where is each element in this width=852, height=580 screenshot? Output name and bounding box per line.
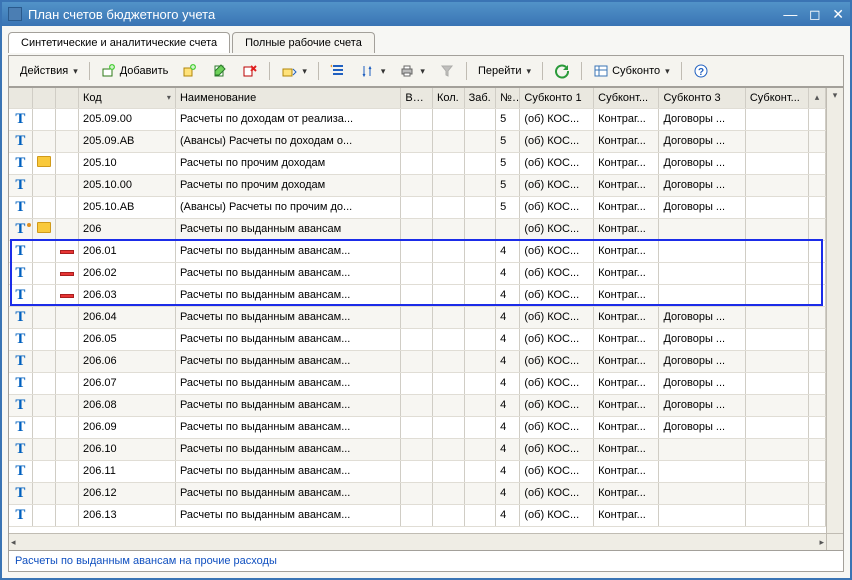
status-bar: Расчеты по выданным авансам на прочие ра… bbox=[8, 551, 844, 572]
chevron-down-icon: ▾ bbox=[420, 66, 425, 77]
table-row[interactable]: T206.05Расчеты по выданным авансам...4(о… bbox=[9, 328, 826, 350]
minimize-button[interactable]: — bbox=[783, 6, 797, 22]
add-group-icon bbox=[182, 63, 198, 79]
chevron-down-icon: ▾ bbox=[527, 66, 532, 77]
folder-icon bbox=[37, 156, 51, 167]
col-valuta[interactable]: Вал. bbox=[401, 88, 433, 108]
print-icon bbox=[399, 63, 415, 79]
table-row[interactable]: T206.09Расчеты по выданным авансам...4(о… bbox=[9, 416, 826, 438]
col-subkonto2[interactable]: Субконт... bbox=[594, 88, 659, 108]
tab-full-accounts[interactable]: Полные рабочие счета bbox=[232, 32, 375, 53]
add-icon bbox=[101, 63, 117, 79]
scroll-up-icon[interactable]: ▴ bbox=[809, 88, 826, 108]
print-button[interactable]: ▾ bbox=[394, 60, 430, 82]
table-row[interactable]: T206.01Расчеты по выданным авансам...4(о… bbox=[9, 240, 826, 262]
header-row: Код▾ Наименование Вал. Кол. Заб. № ... С… bbox=[9, 88, 826, 108]
col-offbalance[interactable]: Заб. bbox=[464, 88, 496, 108]
svg-text:?: ? bbox=[698, 67, 704, 78]
vertical-scrollbar[interactable]: ▾ bbox=[826, 88, 843, 533]
table-row[interactable]: T206.04Расчеты по выданным авансам...4(о… bbox=[9, 306, 826, 328]
subkonto-label: Субконто bbox=[612, 65, 660, 77]
tab-synthetic-analytical[interactable]: Синтетические и аналитические счета bbox=[8, 32, 230, 53]
refresh-icon bbox=[554, 63, 570, 79]
data-grid: Код▾ Наименование Вал. Кол. Заб. № ... С… bbox=[8, 87, 844, 551]
marked-for-delete-icon bbox=[60, 272, 74, 276]
col-marker[interactable] bbox=[9, 88, 32, 108]
delete-button[interactable] bbox=[237, 60, 263, 82]
add-label: Добавить bbox=[120, 65, 169, 77]
add-button[interactable]: Добавить bbox=[96, 60, 174, 82]
table-row[interactable]: T206.11Расчеты по выданным авансам...4(о… bbox=[9, 460, 826, 482]
marked-for-delete-icon bbox=[60, 294, 74, 298]
table-row[interactable]: T205.09.00Расчеты по доходам от реализа.… bbox=[9, 108, 826, 130]
marked-for-delete-icon bbox=[60, 250, 74, 254]
table-row[interactable]: T206.08Расчеты по выданным авансам...4(о… bbox=[9, 394, 826, 416]
folder-icon bbox=[37, 222, 51, 233]
titlebar[interactable]: План счетов бюджетного учета — ◻ ✕ bbox=[2, 2, 850, 26]
delete-icon bbox=[242, 63, 258, 79]
col-no[interactable]: № ... bbox=[496, 88, 520, 108]
tab-bar: Синтетические и аналитические счета Полн… bbox=[8, 32, 844, 53]
col-name[interactable]: Наименование bbox=[175, 88, 400, 108]
grid-icon bbox=[593, 63, 609, 79]
maximize-button[interactable]: ◻ bbox=[809, 6, 821, 22]
refresh-button[interactable] bbox=[549, 60, 575, 82]
table-row[interactable]: T205.09.АВ(Авансы) Расчеты по доходам о.… bbox=[9, 130, 826, 152]
funnel-off-icon bbox=[439, 63, 455, 79]
chevron-down-icon: ▾ bbox=[381, 66, 386, 77]
chevron-down-icon: ▾ bbox=[302, 66, 307, 77]
col-subkonto1[interactable]: Субконто 1 bbox=[520, 88, 594, 108]
edit-button[interactable] bbox=[207, 60, 233, 82]
table-row[interactable]: T206.02Расчеты по выданным авансам...4(о… bbox=[9, 262, 826, 284]
table-row[interactable]: T205.10.00Расчеты по прочим доходам5(об)… bbox=[9, 174, 826, 196]
grid-body[interactable]: Код▾ Наименование Вал. Кол. Заб. № ... С… bbox=[9, 88, 843, 550]
chevron-down-icon: ▾ bbox=[73, 66, 78, 77]
table-row[interactable]: T206.13Расчеты по выданным авансам...4(о… bbox=[9, 504, 826, 526]
table-row[interactable]: T206.12Расчеты по выданным авансам...4(о… bbox=[9, 482, 826, 504]
help-button[interactable]: ? bbox=[688, 60, 714, 82]
app-window: План счетов бюджетного учета — ◻ ✕ Синте… bbox=[0, 0, 852, 580]
col-subkonto3[interactable]: Субконто 3 bbox=[659, 88, 745, 108]
goto-menu[interactable]: Перейти ▾ bbox=[473, 62, 536, 80]
subkonto-button[interactable]: Субконто ▾ bbox=[588, 60, 675, 82]
chevron-down-icon: ▾ bbox=[665, 66, 670, 77]
toolbar: Действия ▾ Добавить ▾ bbox=[8, 55, 844, 87]
table-row[interactable]: T206.03Расчеты по выданным авансам...4(о… bbox=[9, 284, 826, 306]
sort-button[interactable]: ▾ bbox=[355, 60, 391, 82]
col-code[interactable]: Код▾ bbox=[79, 88, 176, 108]
hierarchy-icon bbox=[330, 63, 346, 79]
add-group-button[interactable] bbox=[177, 60, 203, 82]
scroll-corner bbox=[826, 533, 843, 550]
table-row[interactable]: T205.10Расчеты по прочим доходам5(об) КО… bbox=[9, 152, 826, 174]
goto-label: Перейти bbox=[478, 65, 522, 77]
app-icon bbox=[8, 7, 22, 21]
table-row[interactable]: T205.10.АВ(Авансы) Расчеты по прочим до.… bbox=[9, 196, 826, 218]
help-icon: ? bbox=[693, 63, 709, 79]
col-pict[interactable] bbox=[55, 88, 78, 108]
sort-icon bbox=[360, 63, 376, 79]
scroll-down-icon[interactable]: ▾ bbox=[831, 88, 840, 103]
table-row[interactable]: T206.06Расчеты по выданным авансам...4(о… bbox=[9, 350, 826, 372]
table-row[interactable]: T206.07Расчеты по выданным авансам...4(о… bbox=[9, 372, 826, 394]
table-row[interactable]: T206Расчеты по выданным авансам(об) КОС.… bbox=[9, 218, 826, 240]
edit-icon bbox=[212, 63, 228, 79]
col-quantity[interactable]: Кол. bbox=[432, 88, 464, 108]
move-button[interactable]: ▾ bbox=[276, 60, 312, 82]
actions-label: Действия bbox=[20, 65, 68, 77]
col-folder[interactable] bbox=[32, 88, 55, 108]
filter-off-button[interactable] bbox=[434, 60, 460, 82]
close-button[interactable]: ✕ bbox=[832, 6, 844, 22]
col-subkonto4[interactable]: Субконт... bbox=[745, 88, 808, 108]
horizontal-scrollbar[interactable]: ◂ ▸ bbox=[9, 533, 826, 550]
table-row[interactable]: T206.10Расчеты по выданным авансам...4(о… bbox=[9, 438, 826, 460]
window-title: План счетов бюджетного учета bbox=[28, 7, 215, 22]
client-area: Синтетические и аналитические счета Полн… bbox=[2, 26, 850, 578]
move-icon bbox=[281, 63, 297, 79]
actions-menu[interactable]: Действия ▾ bbox=[15, 62, 83, 80]
scroll-right-icon[interactable]: ▸ bbox=[817, 535, 826, 550]
flat-button[interactable] bbox=[325, 60, 351, 82]
scroll-left-icon[interactable]: ◂ bbox=[9, 535, 18, 550]
